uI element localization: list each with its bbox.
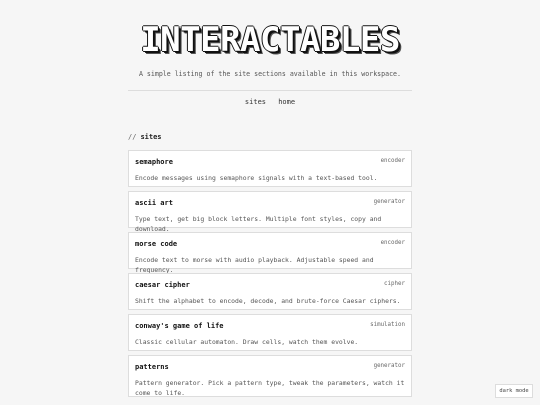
section-prefix: // bbox=[128, 133, 137, 141]
site-card-ascii-art[interactable]: ascii art generator Type text, get big b… bbox=[128, 191, 412, 233]
card-tag: simulation bbox=[370, 322, 405, 328]
site-card-patterns[interactable]: patterns generator Pattern generator. Pi… bbox=[128, 355, 412, 397]
section-title: sites bbox=[140, 133, 162, 141]
card-description: Type text, get big block letters. Multip… bbox=[135, 215, 382, 233]
card-name: morse code bbox=[135, 240, 178, 248]
site-tagline: A simple listing of the site sections av… bbox=[138, 70, 401, 78]
card-tag: encoder bbox=[380, 240, 405, 246]
card-tag: encoder bbox=[380, 158, 405, 164]
card-tag: cipher bbox=[384, 281, 405, 287]
card-tag: generator bbox=[373, 363, 405, 369]
card-description: Encode text to morse with audio playback… bbox=[135, 256, 374, 274]
site-logo[interactable]: INTERACTABLES bbox=[128, 23, 412, 57]
card-tag: generator bbox=[373, 199, 405, 205]
divider bbox=[128, 90, 412, 91]
card-description: Encode messages using semaphore signals … bbox=[135, 174, 378, 182]
card-name: patterns bbox=[135, 363, 169, 371]
nav-sites-link[interactable]: sites bbox=[245, 98, 266, 106]
site-card-caesar-cipher[interactable]: caesar cipher cipher Shift the alphabet … bbox=[128, 273, 412, 310]
dark-mode-toggle[interactable]: dark mode bbox=[495, 384, 533, 398]
site-card-morse-code[interactable]: morse code encoder Encode text to morse … bbox=[128, 232, 412, 274]
site-card-list: semaphore encoder Encode messages using … bbox=[128, 150, 412, 397]
section-heading: //sites bbox=[128, 133, 412, 141]
card-name: ascii art bbox=[135, 199, 173, 207]
site-card-game-of-life[interactable]: conway's game of life simulation Classic… bbox=[128, 314, 412, 351]
site-card-semaphore[interactable]: semaphore encoder Encode messages using … bbox=[128, 150, 412, 187]
card-description: Pattern generator. Pick a pattern type, … bbox=[135, 379, 405, 397]
main-column: INTERACTABLES A simple listing of the si… bbox=[128, 0, 412, 401]
nav-home-link[interactable]: home bbox=[278, 98, 295, 106]
card-name: caesar cipher bbox=[135, 281, 190, 289]
card-name: semaphore bbox=[135, 158, 173, 166]
card-description: Shift the alphabet to encode, decode, an… bbox=[135, 297, 401, 305]
card-name: conway's game of life bbox=[135, 322, 224, 330]
card-description: Classic cellular automaton. Draw cells, … bbox=[135, 338, 359, 346]
top-nav: sites home bbox=[128, 98, 412, 106]
